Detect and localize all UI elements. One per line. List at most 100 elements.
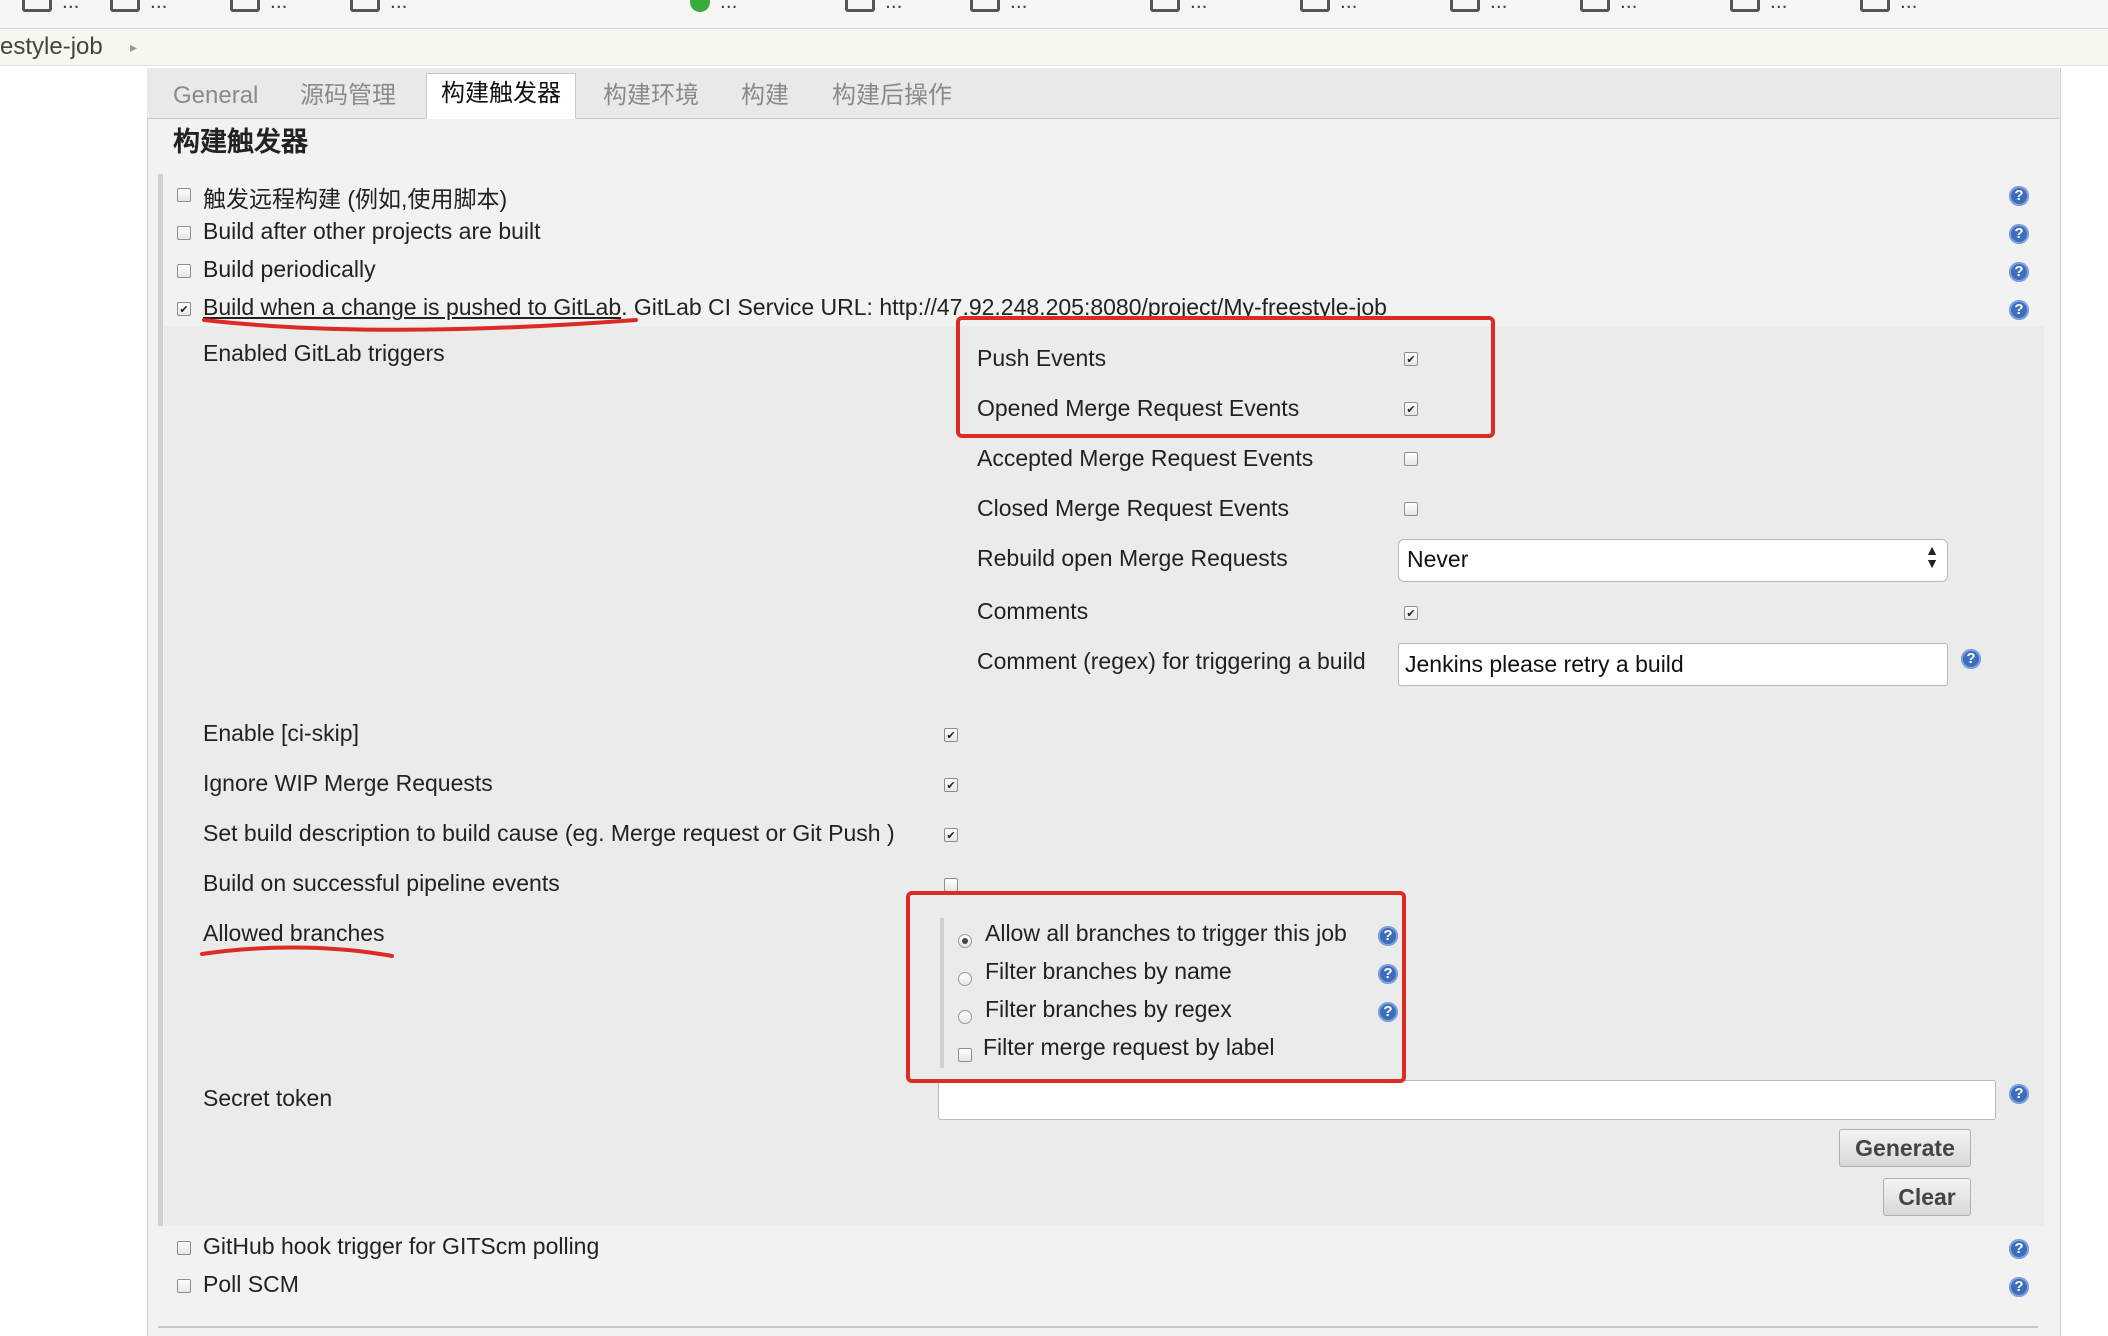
tab-build[interactable]: 构建	[741, 76, 789, 116]
bookmark-item[interactable]: ...	[970, 0, 1028, 13]
build-after-other-label: Build after other projects are built	[203, 218, 541, 244]
bookmark-item[interactable]: ...	[1860, 0, 1918, 13]
accepted-mr-events-label: Accepted Merge Request Events	[977, 445, 1314, 471]
folder-icon	[845, 0, 875, 13]
bookmark-label: ...	[150, 0, 168, 13]
closed-mr-events-label: Closed Merge Request Events	[977, 495, 1289, 521]
set-description-label: Set build description to build cause (eg…	[203, 820, 895, 846]
help-icon[interactable]: ?	[2009, 262, 2029, 282]
help-icon[interactable]: ?	[2009, 224, 2029, 244]
remote-trigger-checkbox[interactable]	[177, 188, 191, 202]
section-title: 构建触发器	[173, 127, 308, 157]
site-icon	[690, 0, 710, 13]
select-arrows-icon: ▲ ▼	[1925, 542, 1939, 571]
tab-build-triggers[interactable]: 构建触发器	[426, 73, 576, 119]
github-hook-label: GitHub hook trigger for GITScm polling	[203, 1233, 600, 1259]
breadcrumb: estyle-job ▸	[0, 29, 2108, 66]
bookmark-label: ...	[62, 0, 80, 13]
folder-icon	[1300, 0, 1330, 13]
annotation-box-push-events	[956, 316, 1495, 438]
ci-skip-label: Enable [ci-skip]	[203, 720, 359, 746]
bookmark-item[interactable]: ...	[22, 0, 80, 13]
generate-button[interactable]: Generate	[1839, 1129, 1971, 1167]
bookmark-label: ...	[1900, 0, 1918, 13]
bookmark-item[interactable]: ...	[1300, 0, 1358, 13]
folder-icon	[230, 0, 260, 13]
tab-general[interactable]: General	[173, 76, 258, 116]
ignore-wip-checkbox[interactable]	[944, 778, 958, 792]
bookmark-item[interactable]: ...	[1730, 0, 1788, 13]
remote-trigger-label: 触发远程构建 (例如,使用脚本)	[203, 186, 508, 212]
folder-icon	[1860, 0, 1890, 13]
pipeline-events-checkbox[interactable]	[944, 878, 958, 892]
gitlab-trigger-checkbox[interactable]	[177, 302, 191, 316]
bookmark-label: ...	[1620, 0, 1638, 13]
comments-label: Comments	[977, 598, 1089, 624]
bookmark-label: ...	[1490, 0, 1508, 13]
bookmark-item[interactable]: ...	[1450, 0, 1508, 13]
folder-icon	[1150, 0, 1180, 13]
bookmark-label: ...	[720, 0, 738, 13]
tab-post-build[interactable]: 构建后操作	[832, 76, 952, 116]
annotation-underline-branches	[200, 945, 394, 958]
build-after-other-checkbox[interactable]	[177, 226, 191, 240]
config-tabs: General 源码管理 构建触发器 构建环境 构建 构建后操作	[147, 68, 2059, 119]
bookmark-item[interactable]: ...	[1150, 0, 1208, 13]
folder-icon	[22, 0, 52, 13]
comments-checkbox[interactable]	[1404, 606, 1418, 620]
github-hook-checkbox[interactable]	[177, 1241, 191, 1255]
folder-icon	[110, 0, 140, 13]
build-periodically-label: Build periodically	[203, 256, 376, 282]
help-icon[interactable]: ?	[2009, 1084, 2029, 1104]
comment-regex-input[interactable]	[1398, 643, 1948, 686]
help-icon[interactable]: ?	[2009, 1277, 2029, 1297]
bookmark-item[interactable]: ...	[350, 0, 408, 13]
comment-regex-label: Comment (regex) for triggering a build	[977, 648, 1366, 674]
ci-skip-checkbox[interactable]	[944, 728, 958, 742]
rebuild-open-mr-select[interactable]: Never ▲ ▼	[1398, 539, 1948, 582]
bookmark-label: ...	[270, 0, 288, 13]
set-description-checkbox[interactable]	[944, 828, 958, 842]
bookmark-label: ...	[1010, 0, 1028, 13]
folder-icon	[970, 0, 1000, 13]
folder-icon	[1580, 0, 1610, 13]
folder-icon	[1450, 0, 1480, 13]
build-periodically-checkbox[interactable]	[177, 264, 191, 278]
bookmark-item[interactable]: ...	[110, 0, 168, 13]
clear-button[interactable]: Clear	[1883, 1178, 1971, 1216]
bookmark-label: ...	[390, 0, 408, 13]
poll-scm-checkbox[interactable]	[177, 1279, 191, 1293]
breadcrumb-job-link[interactable]: estyle-job	[0, 33, 103, 61]
bookmark-item[interactable]: ...	[230, 0, 288, 13]
help-icon[interactable]: ?	[2009, 300, 2029, 320]
help-icon[interactable]: ?	[2009, 186, 2029, 206]
ignore-wip-label: Ignore WIP Merge Requests	[203, 770, 493, 796]
enabled-gitlab-triggers-label: Enabled GitLab triggers	[203, 340, 445, 366]
section-divider	[158, 1326, 2038, 1328]
folder-icon	[350, 0, 380, 13]
bookmark-label: ...	[1190, 0, 1208, 13]
breadcrumb-arrow-icon[interactable]: ▸	[130, 39, 137, 56]
tab-scm[interactable]: 源码管理	[300, 76, 396, 116]
accepted-mr-events-checkbox[interactable]	[1404, 452, 1418, 466]
poll-scm-label: Poll SCM	[203, 1271, 299, 1297]
bookmark-label: ...	[1340, 0, 1358, 13]
bookmarks-bar: .......................................	[0, 0, 2108, 29]
section-indent-bar	[158, 174, 163, 1226]
bookmark-item[interactable]: ...	[1580, 0, 1638, 13]
pipeline-events-label: Build on successful pipeline events	[203, 870, 560, 896]
annotation-box-allowed-branches	[906, 891, 1406, 1083]
bookmark-item[interactable]: ...	[845, 0, 903, 13]
secret-token-label: Secret token	[203, 1085, 333, 1111]
bookmark-label: ...	[885, 0, 903, 13]
secret-token-input[interactable]	[938, 1080, 1996, 1120]
closed-mr-events-checkbox[interactable]	[1404, 502, 1418, 516]
rebuild-open-mr-label: Rebuild open Merge Requests	[977, 545, 1288, 571]
bookmark-label: ...	[1770, 0, 1788, 13]
folder-icon	[1730, 0, 1760, 13]
help-icon[interactable]: ?	[2009, 1239, 2029, 1259]
tab-build-environment[interactable]: 构建环境	[603, 76, 699, 116]
bookmark-item[interactable]: ...	[690, 0, 738, 13]
help-icon[interactable]: ?	[1961, 649, 1981, 669]
rebuild-open-mr-value: Never	[1407, 546, 1469, 572]
